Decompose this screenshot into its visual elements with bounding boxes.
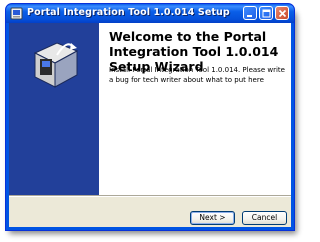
cancel-button[interactable]: Cancel	[242, 211, 287, 225]
installer-app-icon	[10, 7, 23, 20]
welcome-panel: Welcome to the Portal Integration Tool 1…	[9, 23, 291, 195]
setup-window: Portal Integration Tool 1.0.014 Setup We…	[5, 3, 295, 231]
welcome-description: Install Portal Integration Tool 1.0.014.…	[109, 66, 285, 84]
close-button[interactable]	[275, 6, 289, 20]
installer-box-icon	[33, 42, 79, 88]
button-separator	[9, 195, 291, 197]
minimize-icon	[247, 15, 252, 17]
title-bar[interactable]: Portal Integration Tool 1.0.014 Setup	[6, 4, 294, 23]
maximize-button[interactable]	[259, 6, 273, 20]
next-button[interactable]: Next >	[190, 211, 235, 225]
dialog-client-area: Welcome to the Portal Integration Tool 1…	[9, 23, 291, 227]
close-icon	[278, 9, 287, 18]
window-title: Portal Integration Tool 1.0.014 Setup	[27, 7, 230, 18]
wizard-side-banner	[9, 23, 99, 195]
minimize-button[interactable]	[243, 6, 257, 20]
maximize-icon	[262, 9, 271, 18]
